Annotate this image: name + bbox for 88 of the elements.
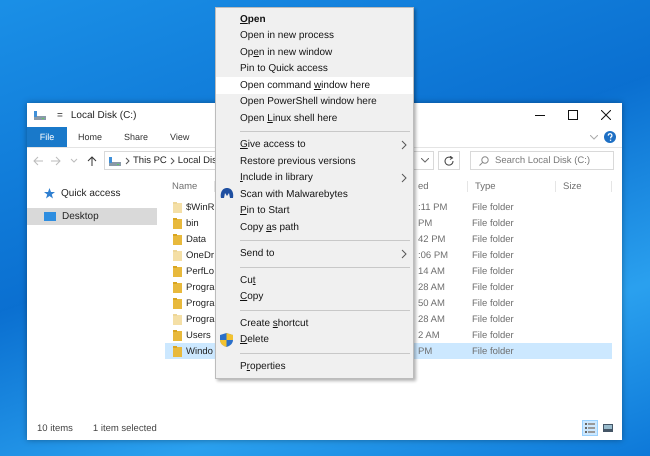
column-header[interactable]: ed	[418, 180, 468, 192]
dropdown-icon	[70, 156, 78, 166]
menu-item[interactable]: Open command window here	[216, 77, 413, 94]
quick-access-toolbar[interactable]: =	[57, 110, 63, 120]
type-cell-text: File folder	[471, 216, 515, 230]
ribbon-tab[interactable]: Share	[113, 127, 160, 147]
type-cell-text: File folder	[471, 328, 515, 342]
column-header[interactable]: Type	[468, 180, 556, 192]
ribbon-tab[interactable]: Home	[67, 127, 114, 147]
file-name: Progra	[186, 282, 215, 292]
date-cell: PM	[418, 343, 468, 359]
type-cell-text: File folder	[471, 312, 515, 326]
tiles-view-icon	[603, 423, 613, 433]
item-count: 10 items	[37, 422, 73, 434]
date-cell-text: :06 PM	[418, 248, 450, 262]
details-view-icon	[585, 423, 595, 433]
search-field[interactable]: Search Local Disk (C:)	[470, 151, 614, 170]
file-name: PerfLo	[186, 266, 214, 276]
file-name: OneDr	[186, 250, 214, 260]
window-title: Local Disk (C:)	[70, 110, 136, 120]
close-icon	[600, 110, 610, 120]
size-cell	[556, 343, 612, 359]
menu-item[interactable]: Properties	[216, 358, 413, 374]
refresh-button[interactable]	[438, 151, 460, 170]
up-icon	[87, 156, 97, 166]
desktop-icon	[44, 212, 56, 222]
file-name: Data	[186, 234, 206, 244]
file-name: Progra	[186, 314, 215, 324]
search-icon	[479, 156, 489, 166]
menu-item[interactable]: Include in library	[216, 170, 413, 186]
chevron-right-icon	[170, 156, 175, 164]
menu-item[interactable]: Send to	[216, 246, 413, 262]
date-cell-text: PM	[418, 216, 434, 230]
forward-icon	[51, 156, 61, 166]
maximize-icon	[568, 110, 578, 120]
date-cell-text: 50 AM	[418, 296, 446, 310]
type-cell-text: File folder	[471, 200, 515, 214]
selection-count: 1 item selected	[92, 422, 157, 434]
menu-item[interactable]: Open in new process	[216, 28, 413, 44]
type-cell-text: File folder	[471, 296, 515, 310]
file-name: Users	[186, 330, 211, 340]
view-button[interactable]	[582, 420, 598, 436]
menu-item[interactable]: Open in new window	[216, 44, 413, 60]
date-cell-text: :11 PM	[418, 200, 448, 214]
m-logo-icon	[220, 187, 234, 199]
ribbon-tab[interactable]: View	[159, 127, 200, 147]
chevron-right-icon	[125, 156, 130, 164]
date-cell-text: 2 AM	[418, 328, 441, 342]
star-icon	[44, 188, 55, 199]
column-header[interactable]: Size	[556, 180, 612, 192]
menu-item[interactable]: Pin to Quick access	[216, 60, 413, 77]
menu-item[interactable]: Delete	[216, 332, 413, 348]
type-cell-text: File folder	[471, 264, 515, 278]
nav-item[interactable]: Quick access	[27, 185, 157, 202]
breadcrumb[interactable]: This PC	[133, 155, 167, 166]
date-cell-text: 28 AM	[418, 280, 446, 294]
file-name: Progra	[186, 298, 215, 308]
back-icon	[33, 156, 43, 166]
menu-item[interactable]: Restore previous versions	[216, 153, 413, 170]
type-cell: File folder	[468, 343, 556, 359]
refresh-icon	[444, 156, 454, 166]
menu-item[interactable]: Give access to	[216, 136, 413, 153]
menu-item[interactable]: Copy as path	[216, 219, 413, 236]
menu-item[interactable]: Cut	[216, 272, 413, 288]
menu-item[interactable]: Open PowerShell window here	[216, 94, 413, 110]
nav-item[interactable]: Desktop	[27, 208, 157, 225]
drive-icon	[108, 154, 122, 166]
menu-item[interactable]: Copy	[216, 288, 413, 305]
date-cell-text: 28 AM	[418, 312, 446, 326]
type-cell-text: File folder	[471, 248, 515, 262]
help-icon[interactable]	[604, 131, 616, 143]
date-cell-text: 14 AM	[418, 264, 446, 278]
menu-item[interactable]: Scan with Malwarebytes	[216, 186, 413, 202]
menu-item[interactable]: Create shortcut	[216, 315, 413, 332]
date-cell-text: 42 PM	[418, 232, 446, 246]
file-name: bin	[186, 218, 199, 228]
shield-icon	[220, 332, 233, 346]
file-name: $WinR	[186, 202, 215, 212]
search-placeholder: Search Local Disk (C:)	[495, 155, 590, 166]
menu-item[interactable]: Pin to Start	[216, 202, 413, 219]
drive-icon	[33, 109, 47, 121]
file-menu-button[interactable]: File	[27, 127, 67, 147]
menu-item[interactable]: Open	[216, 11, 413, 28]
menu-item[interactable]: Open Linux shell here	[216, 110, 413, 126]
type-cell-text: File folder	[471, 232, 515, 246]
dropdown-icon[interactable]	[421, 158, 429, 163]
type-cell-text: File folder	[471, 280, 515, 294]
file-name: Windo	[186, 346, 213, 356]
